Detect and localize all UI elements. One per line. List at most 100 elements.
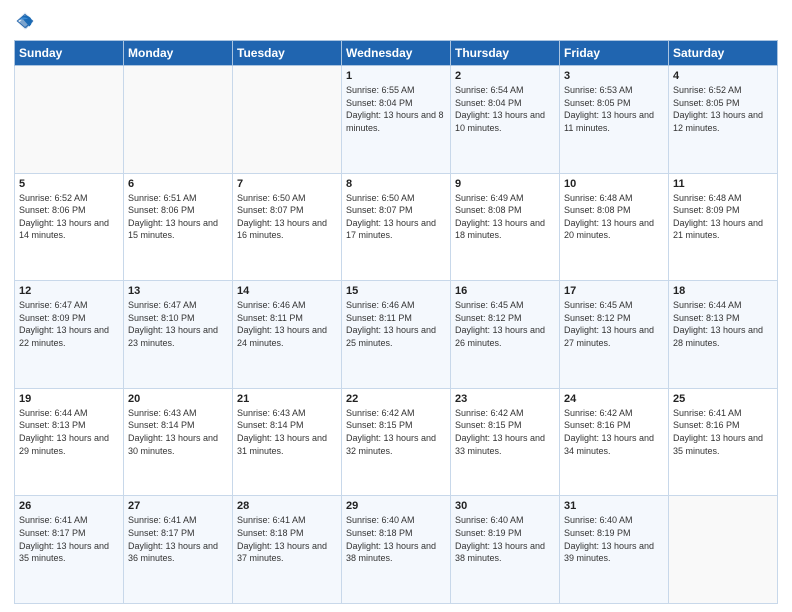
day-number: 21: [237, 393, 337, 405]
day-info: Sunrise: 6:50 AM Sunset: 8:07 PM Dayligh…: [346, 192, 446, 242]
calendar-cell: 14 Sunrise: 6:46 AM Sunset: 8:11 PM Dayl…: [233, 281, 342, 389]
calendar-cell: 7 Sunrise: 6:50 AM Sunset: 8:07 PM Dayli…: [233, 173, 342, 281]
day-info: Sunrise: 6:44 AM Sunset: 8:13 PM Dayligh…: [673, 299, 773, 349]
day-number: 28: [237, 500, 337, 512]
day-info: Sunrise: 6:55 AM Sunset: 8:04 PM Dayligh…: [346, 84, 446, 134]
day-number: 8: [346, 178, 446, 190]
calendar-cell: [15, 66, 124, 174]
calendar-cell: 13 Sunrise: 6:47 AM Sunset: 8:10 PM Dayl…: [124, 281, 233, 389]
day-number: 10: [564, 178, 664, 190]
day-info: Sunrise: 6:52 AM Sunset: 8:06 PM Dayligh…: [19, 192, 119, 242]
day-number: 19: [19, 393, 119, 405]
calendar-cell: 19 Sunrise: 6:44 AM Sunset: 8:13 PM Dayl…: [15, 388, 124, 496]
day-info: Sunrise: 6:42 AM Sunset: 8:16 PM Dayligh…: [564, 407, 664, 457]
day-number: 1: [346, 70, 446, 82]
day-header-friday: Friday: [560, 41, 669, 66]
calendar-cell: 17 Sunrise: 6:45 AM Sunset: 8:12 PM Dayl…: [560, 281, 669, 389]
day-header-tuesday: Tuesday: [233, 41, 342, 66]
day-number: 14: [237, 285, 337, 297]
day-info: Sunrise: 6:41 AM Sunset: 8:17 PM Dayligh…: [128, 514, 228, 564]
day-info: Sunrise: 6:41 AM Sunset: 8:16 PM Dayligh…: [673, 407, 773, 457]
calendar-cell: 20 Sunrise: 6:43 AM Sunset: 8:14 PM Dayl…: [124, 388, 233, 496]
day-number: 3: [564, 70, 664, 82]
calendar-cell: 4 Sunrise: 6:52 AM Sunset: 8:05 PM Dayli…: [669, 66, 778, 174]
calendar-cell: 8 Sunrise: 6:50 AM Sunset: 8:07 PM Dayli…: [342, 173, 451, 281]
day-info: Sunrise: 6:45 AM Sunset: 8:12 PM Dayligh…: [455, 299, 555, 349]
calendar-cell: 1 Sunrise: 6:55 AM Sunset: 8:04 PM Dayli…: [342, 66, 451, 174]
day-number: 18: [673, 285, 773, 297]
day-info: Sunrise: 6:42 AM Sunset: 8:15 PM Dayligh…: [346, 407, 446, 457]
day-info: Sunrise: 6:53 AM Sunset: 8:05 PM Dayligh…: [564, 84, 664, 134]
day-info: Sunrise: 6:48 AM Sunset: 8:08 PM Dayligh…: [564, 192, 664, 242]
calendar-week-row: 1 Sunrise: 6:55 AM Sunset: 8:04 PM Dayli…: [15, 66, 778, 174]
day-header-thursday: Thursday: [451, 41, 560, 66]
calendar-cell: 3 Sunrise: 6:53 AM Sunset: 8:05 PM Dayli…: [560, 66, 669, 174]
day-info: Sunrise: 6:41 AM Sunset: 8:17 PM Dayligh…: [19, 514, 119, 564]
logo-icon: [14, 10, 36, 32]
day-info: Sunrise: 6:51 AM Sunset: 8:06 PM Dayligh…: [128, 192, 228, 242]
day-number: 26: [19, 500, 119, 512]
calendar-cell: 15 Sunrise: 6:46 AM Sunset: 8:11 PM Dayl…: [342, 281, 451, 389]
day-header-wednesday: Wednesday: [342, 41, 451, 66]
calendar-week-row: 5 Sunrise: 6:52 AM Sunset: 8:06 PM Dayli…: [15, 173, 778, 281]
calendar-cell: 12 Sunrise: 6:47 AM Sunset: 8:09 PM Dayl…: [15, 281, 124, 389]
calendar-cell: 28 Sunrise: 6:41 AM Sunset: 8:18 PM Dayl…: [233, 496, 342, 604]
day-info: Sunrise: 6:41 AM Sunset: 8:18 PM Dayligh…: [237, 514, 337, 564]
calendar-cell: 21 Sunrise: 6:43 AM Sunset: 8:14 PM Dayl…: [233, 388, 342, 496]
day-header-monday: Monday: [124, 41, 233, 66]
day-info: Sunrise: 6:49 AM Sunset: 8:08 PM Dayligh…: [455, 192, 555, 242]
day-number: 9: [455, 178, 555, 190]
day-info: Sunrise: 6:40 AM Sunset: 8:18 PM Dayligh…: [346, 514, 446, 564]
calendar-week-row: 12 Sunrise: 6:47 AM Sunset: 8:09 PM Dayl…: [15, 281, 778, 389]
day-number: 17: [564, 285, 664, 297]
day-number: 11: [673, 178, 773, 190]
day-number: 30: [455, 500, 555, 512]
calendar-cell: 30 Sunrise: 6:40 AM Sunset: 8:19 PM Dayl…: [451, 496, 560, 604]
calendar-cell: 25 Sunrise: 6:41 AM Sunset: 8:16 PM Dayl…: [669, 388, 778, 496]
day-header-saturday: Saturday: [669, 41, 778, 66]
day-info: Sunrise: 6:46 AM Sunset: 8:11 PM Dayligh…: [237, 299, 337, 349]
day-info: Sunrise: 6:40 AM Sunset: 8:19 PM Dayligh…: [564, 514, 664, 564]
day-number: 24: [564, 393, 664, 405]
calendar-cell: 22 Sunrise: 6:42 AM Sunset: 8:15 PM Dayl…: [342, 388, 451, 496]
day-number: 2: [455, 70, 555, 82]
calendar-cell: [669, 496, 778, 604]
day-info: Sunrise: 6:54 AM Sunset: 8:04 PM Dayligh…: [455, 84, 555, 134]
day-number: 15: [346, 285, 446, 297]
day-number: 29: [346, 500, 446, 512]
calendar-cell: 29 Sunrise: 6:40 AM Sunset: 8:18 PM Dayl…: [342, 496, 451, 604]
day-info: Sunrise: 6:43 AM Sunset: 8:14 PM Dayligh…: [237, 407, 337, 457]
day-info: Sunrise: 6:42 AM Sunset: 8:15 PM Dayligh…: [455, 407, 555, 457]
day-info: Sunrise: 6:44 AM Sunset: 8:13 PM Dayligh…: [19, 407, 119, 457]
day-info: Sunrise: 6:46 AM Sunset: 8:11 PM Dayligh…: [346, 299, 446, 349]
day-number: 12: [19, 285, 119, 297]
calendar-cell: 10 Sunrise: 6:48 AM Sunset: 8:08 PM Dayl…: [560, 173, 669, 281]
day-number: 27: [128, 500, 228, 512]
page-header: [14, 10, 778, 34]
calendar-cell: 6 Sunrise: 6:51 AM Sunset: 8:06 PM Dayli…: [124, 173, 233, 281]
day-info: Sunrise: 6:43 AM Sunset: 8:14 PM Dayligh…: [128, 407, 228, 457]
day-number: 6: [128, 178, 228, 190]
calendar-cell: 31 Sunrise: 6:40 AM Sunset: 8:19 PM Dayl…: [560, 496, 669, 604]
logo: [14, 10, 38, 34]
day-info: Sunrise: 6:50 AM Sunset: 8:07 PM Dayligh…: [237, 192, 337, 242]
day-info: Sunrise: 6:47 AM Sunset: 8:10 PM Dayligh…: [128, 299, 228, 349]
day-number: 23: [455, 393, 555, 405]
calendar-cell: 24 Sunrise: 6:42 AM Sunset: 8:16 PM Dayl…: [560, 388, 669, 496]
calendar-cell: [233, 66, 342, 174]
calendar-week-row: 19 Sunrise: 6:44 AM Sunset: 8:13 PM Dayl…: [15, 388, 778, 496]
day-info: Sunrise: 6:52 AM Sunset: 8:05 PM Dayligh…: [673, 84, 773, 134]
calendar-cell: 23 Sunrise: 6:42 AM Sunset: 8:15 PM Dayl…: [451, 388, 560, 496]
calendar-week-row: 26 Sunrise: 6:41 AM Sunset: 8:17 PM Dayl…: [15, 496, 778, 604]
day-header-sunday: Sunday: [15, 41, 124, 66]
day-number: 16: [455, 285, 555, 297]
calendar-cell: 16 Sunrise: 6:45 AM Sunset: 8:12 PM Dayl…: [451, 281, 560, 389]
day-info: Sunrise: 6:48 AM Sunset: 8:09 PM Dayligh…: [673, 192, 773, 242]
day-number: 4: [673, 70, 773, 82]
day-number: 5: [19, 178, 119, 190]
day-info: Sunrise: 6:47 AM Sunset: 8:09 PM Dayligh…: [19, 299, 119, 349]
day-number: 13: [128, 285, 228, 297]
calendar-cell: [124, 66, 233, 174]
day-number: 7: [237, 178, 337, 190]
calendar-cell: 5 Sunrise: 6:52 AM Sunset: 8:06 PM Dayli…: [15, 173, 124, 281]
